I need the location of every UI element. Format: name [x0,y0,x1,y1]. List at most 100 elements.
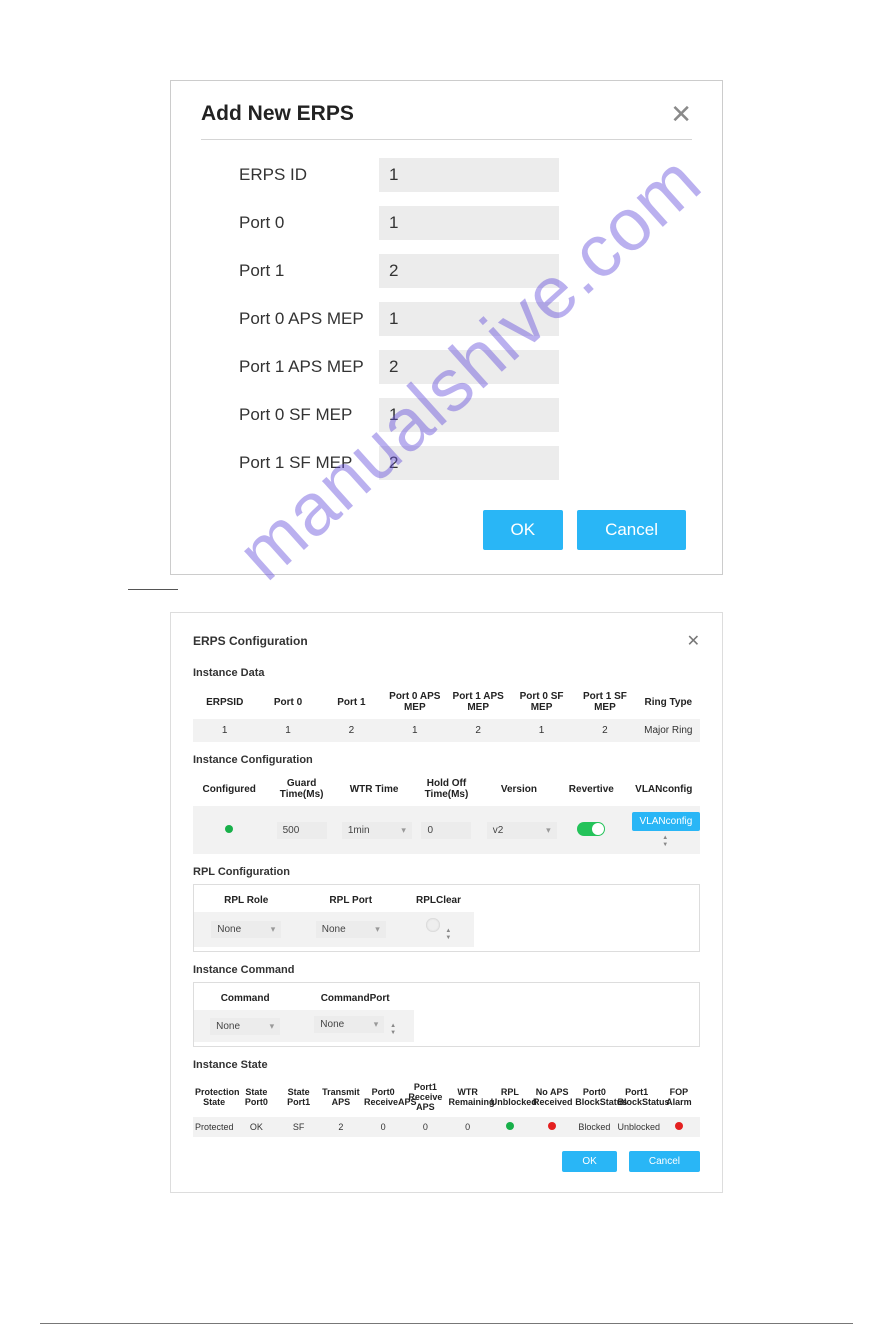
cell: SF [278,1117,320,1137]
fop-alarm-dot-icon [675,1122,683,1130]
erps-id-input[interactable] [379,158,559,192]
col-port1: Port 1 [320,685,383,719]
chevron-down-icon: ▾ [270,1021,275,1032]
chevron-down-icon: ▾ [546,825,551,836]
cmd-table: Command CommandPort None▾ None▾ ▲▼ [194,987,414,1042]
chevron-down-icon: ▾ [271,924,276,935]
cell: 2 [320,1117,362,1137]
port1-input[interactable] [379,254,559,288]
cell: 2 [320,719,383,742]
rpl-port-value: None [322,924,346,935]
cancel-button[interactable]: Cancel [577,510,686,550]
erps-config-dialog: ERPS Configuration ✕ Instance Data ERPSI… [170,612,723,1193]
col-noaps: No APS Received [531,1077,573,1117]
erps-id-label: ERPS ID [239,165,379,185]
col-taps: Transmit APS [320,1077,362,1117]
port0-input[interactable] [379,206,559,240]
cell: Protected [193,1117,235,1137]
commandport-select[interactable]: None▾ [314,1016,384,1033]
stepper-down-icon: ▼ [662,842,668,848]
table-row: None▾ None▾ ▲▼ [194,1010,414,1042]
cell: 0 [404,1117,446,1137]
port1-aps-input[interactable] [379,350,559,384]
vlanconfig-button[interactable]: VLANconfig [632,812,701,831]
col-rplu: RPL Unblocked [489,1077,531,1117]
guard-time-input[interactable]: 500 [277,822,327,839]
stepper-down-icon: ▼ [390,1030,396,1036]
col-vlan: VLANconfig [628,772,700,806]
ok-button[interactable]: OK [483,510,564,550]
rpl-box: RPL Role RPL Port RPLClear None▾ None▾ ▲… [193,884,700,952]
config-title: ERPS Configuration [193,634,308,648]
instance-config-title: Instance Configuration [193,754,700,766]
cancel-button[interactable]: Cancel [629,1151,700,1172]
col-p1bs: Port1 BlockStatus [616,1077,658,1117]
port0-sf-input[interactable] [379,398,559,432]
table-row: None▾ None▾ ▲▼ [194,912,474,947]
rpl-table: RPL Role RPL Port RPLClear None▾ None▾ ▲… [194,889,474,947]
commandport-value: None [320,1019,344,1030]
command-select[interactable]: None ▾ [210,1018,280,1035]
port1-sf-label: Port 1 SF MEP [239,453,379,473]
command-value: None [216,1021,240,1032]
close-icon[interactable]: ✕ [670,101,692,127]
rpl-unblocked-dot-icon [506,1122,514,1130]
col-erpsid: ERPSID [193,685,256,719]
rpl-port-select[interactable]: None ▾ [316,921,386,938]
stepper-up-icon: ▲ [390,1023,396,1029]
no-aps-dot-icon [548,1122,556,1130]
configured-dot-icon [225,825,233,833]
port0-sf-label: Port 0 SF MEP [239,405,379,425]
chevron-down-icon: ▾ [375,924,380,935]
cell: 1 [193,719,256,742]
port0-aps-label: Port 0 APS MEP [239,309,379,329]
col-configured: Configured [193,772,265,806]
col-p1sf: Port 1 SF MEP [573,685,636,719]
col-p0r: Port0 ReceiveAPS [362,1077,404,1117]
cmd-stepper[interactable]: ▲▼ [390,1023,396,1036]
revertive-toggle[interactable] [577,822,605,836]
cell: Blocked [573,1117,615,1137]
cell: 0 [447,1117,489,1137]
version-select[interactable]: v2 ▾ [487,822,557,839]
port0-label: Port 0 [239,213,379,233]
col-sp0: State Port0 [235,1077,277,1117]
col-p0aps: Port 0 APS MEP [383,685,446,719]
close-icon[interactable]: ✕ [687,631,700,651]
table-row: 500 1min▾ 0 v2 ▾ VLANconfig ▲▼ [193,806,700,854]
table-row: 1 1 2 1 2 1 2 Major Ring [193,719,700,742]
port1-aps-label: Port 1 APS MEP [239,357,379,377]
col-prot: Protection State [193,1077,235,1117]
cell: 1 [256,719,319,742]
col-rpl-clear: RPLClear [403,889,474,912]
col-rpl-role: RPL Role [194,889,298,912]
vlan-stepper[interactable]: ▲▼ [662,835,668,848]
version-value: v2 [493,825,504,836]
cmd-title: Instance Command [193,964,700,976]
cmd-box: Command CommandPort None▾ None▾ ▲▼ [193,982,700,1047]
rpl-clear-button[interactable] [426,918,440,932]
form: ERPS ID Port 0 Port 1 Port 0 APS MEP Por… [201,158,692,480]
state-table: Protection State State Port0 State Port1… [193,1077,700,1137]
dialog-title: Add New ERPS [201,102,354,126]
port1-sf-input[interactable] [379,446,559,480]
port0-aps-input[interactable] [379,302,559,336]
holdoff-input[interactable]: 0 [421,822,471,839]
col-p1r: Port1 Receive APS [404,1077,446,1117]
col-port0: Port 0 [256,685,319,719]
cell: 0 [362,1117,404,1137]
cell: 2 [447,719,510,742]
col-sp1: State Port1 [278,1077,320,1117]
instance-data-title: Instance Data [193,667,700,679]
cell: 2 [573,719,636,742]
ok-button[interactable]: OK [562,1151,616,1172]
chevron-down-icon: ▾ [401,825,406,836]
col-wtr: WTR Time [338,772,410,806]
table-row: Protected OK SF 2 0 0 0 Blocked Unblocke… [193,1117,700,1137]
rpl-stepper[interactable]: ▲▼ [445,928,451,941]
instance-data-table: ERPSID Port 0 Port 1 Port 0 APS MEP Port… [193,685,700,742]
cell: 1 [383,719,446,742]
wtr-time-select[interactable]: 1min▾ [342,822,412,839]
state-title: Instance State [193,1059,700,1071]
rpl-role-select[interactable]: None▾ [211,921,281,938]
